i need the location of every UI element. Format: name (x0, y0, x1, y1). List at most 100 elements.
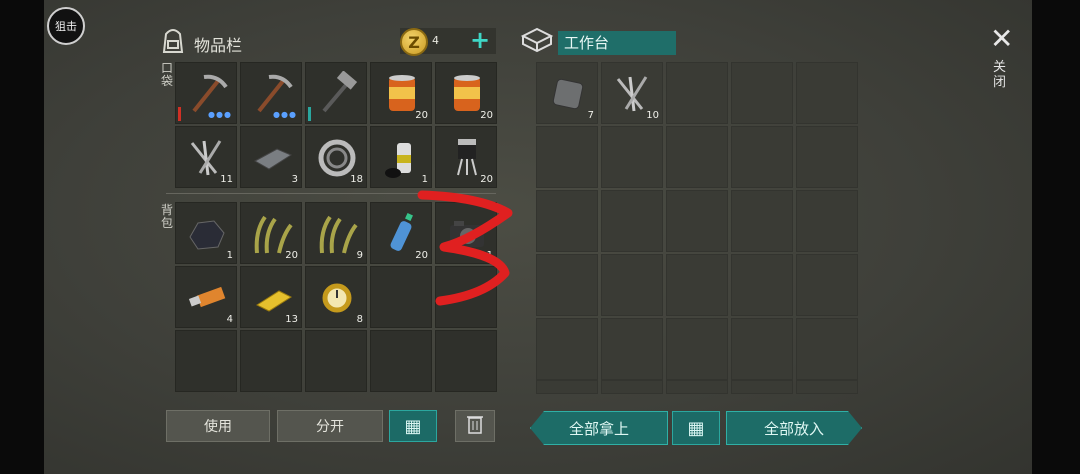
workbench-slot[interactable] (536, 190, 598, 252)
pocket-slot[interactable] (305, 62, 367, 124)
grid-icon: ▦ (404, 415, 422, 437)
item-count: 20 (285, 250, 298, 261)
metal-bar-icon (249, 135, 295, 181)
workbench-slot[interactable] (796, 380, 858, 394)
item-count: 3 (291, 174, 298, 185)
workbench-slot[interactable] (731, 126, 793, 188)
workbench-slot[interactable]: 7 (536, 62, 598, 124)
coal-ore-icon (184, 211, 230, 257)
workbench-slot[interactable] (796, 254, 858, 316)
sort-grid-button[interactable]: ▦ (389, 410, 437, 442)
item-count: 18 (350, 174, 363, 185)
close-button[interactable]: ✕ (990, 22, 1013, 55)
workbench-slot[interactable] (731, 380, 793, 394)
left-black-bar (0, 0, 44, 474)
gold-watch-icon (314, 275, 360, 321)
workbench-slot[interactable] (601, 190, 663, 252)
workbench-slot[interactable] (536, 318, 598, 380)
workbench-slot[interactable] (536, 126, 598, 188)
hammer-icon (314, 70, 360, 117)
workbench-slot[interactable] (666, 126, 728, 188)
upgrade-dots: ●●● (273, 110, 297, 119)
item-count: 13 (285, 314, 298, 325)
workbench-slot[interactable] (601, 254, 663, 316)
snipe-button[interactable]: 狙击 (47, 7, 85, 45)
workbench-slot[interactable] (666, 190, 728, 252)
item-count: 20 (415, 250, 428, 261)
workbench-slot[interactable] (666, 62, 728, 124)
workbench-slot[interactable] (601, 126, 663, 188)
put-all-button[interactable]: 全部放入 (726, 411, 862, 445)
backpack-slot[interactable]: 20 (240, 202, 302, 264)
pocket-slot[interactable]: ●●● (175, 62, 237, 124)
workbench-slot[interactable] (796, 318, 858, 380)
use-button[interactable]: 使用 (166, 410, 270, 442)
workbench-slot[interactable] (666, 254, 728, 316)
backpack-slot[interactable]: 1 (435, 202, 497, 264)
workbench-slot[interactable] (796, 62, 858, 124)
pocket-slot[interactable]: ●●● (240, 62, 302, 124)
item-count: 11 (220, 174, 233, 185)
pocket-slot[interactable]: 18 (305, 126, 367, 188)
pocket-slot[interactable]: 20 (435, 62, 497, 124)
backpack-slot[interactable] (175, 330, 237, 392)
item-count: 20 (415, 110, 428, 121)
coin-display: Z 4 + (400, 26, 496, 56)
pocket-slot[interactable]: 3 (240, 126, 302, 188)
metal-plate-icon (545, 71, 591, 117)
upgrade-dots: ●●● (208, 110, 232, 119)
workbench-slot[interactable]: 10 (601, 62, 663, 124)
backpack-slot[interactable]: 20 (370, 202, 432, 264)
backpack-slot[interactable]: 13 (240, 266, 302, 328)
workbench-slot[interactable] (536, 380, 598, 394)
section-divider (166, 193, 496, 194)
item-count: 1 (421, 174, 428, 185)
workbench-slot[interactable] (601, 380, 663, 394)
backpack-slot[interactable] (240, 330, 302, 392)
backpack-slot[interactable]: 1 (175, 202, 237, 264)
item-count: 4 (226, 314, 233, 325)
backpack-slot[interactable] (435, 266, 497, 328)
item-count: 20 (480, 110, 493, 121)
backpack-slot[interactable] (435, 330, 497, 392)
coin-icon: Z (400, 28, 428, 56)
workbench-slot[interactable] (536, 254, 598, 316)
inventory-title: 物品栏 (194, 36, 243, 55)
take-all-button[interactable]: 全部拿上 (530, 411, 668, 445)
workbench-slot[interactable] (666, 318, 728, 380)
close-label: 关闭 (993, 60, 1007, 90)
backpack-slot[interactable] (370, 266, 432, 328)
item-count: 7 (587, 110, 594, 121)
split-button[interactable]: 分开 (277, 410, 383, 442)
backpack-slot[interactable]: 8 (305, 266, 367, 328)
item-count: 10 (646, 110, 659, 121)
workbench-slot[interactable] (731, 190, 793, 252)
workbench-slot[interactable] (601, 318, 663, 380)
grid-icon: ▦ (687, 417, 705, 439)
trash-button[interactable] (455, 410, 495, 442)
pocket-slot[interactable]: 11 (175, 126, 237, 188)
durability-bar (308, 107, 311, 121)
pocket-slot[interactable]: 20 (370, 62, 432, 124)
usb-drive-icon (184, 275, 230, 321)
backpack-slot[interactable] (370, 330, 432, 392)
backpack-slot[interactable]: 9 (305, 202, 367, 264)
workbench-sort-button[interactable]: ▦ (672, 411, 720, 445)
workbench-title: 工作台 (558, 31, 676, 55)
item-count: 1 (486, 250, 493, 261)
backpack-slot[interactable] (305, 330, 367, 392)
pocket-label: 口袋 (160, 61, 173, 88)
add-coins-button[interactable]: + (470, 26, 490, 54)
workbench-slot[interactable] (796, 126, 858, 188)
workbench-slot[interactable] (731, 318, 793, 380)
workbench-slot[interactable] (731, 62, 793, 124)
pocket-slot[interactable]: 20 (435, 126, 497, 188)
durability-bar (178, 107, 181, 121)
backpack-slot[interactable]: 4 (175, 266, 237, 328)
workbench-slot[interactable] (666, 380, 728, 394)
backpack-icon (158, 24, 188, 58)
workbench-slot[interactable] (796, 190, 858, 252)
item-count: 9 (356, 250, 363, 261)
workbench-slot[interactable] (731, 254, 793, 316)
pocket-slot[interactable]: 1 (370, 126, 432, 188)
